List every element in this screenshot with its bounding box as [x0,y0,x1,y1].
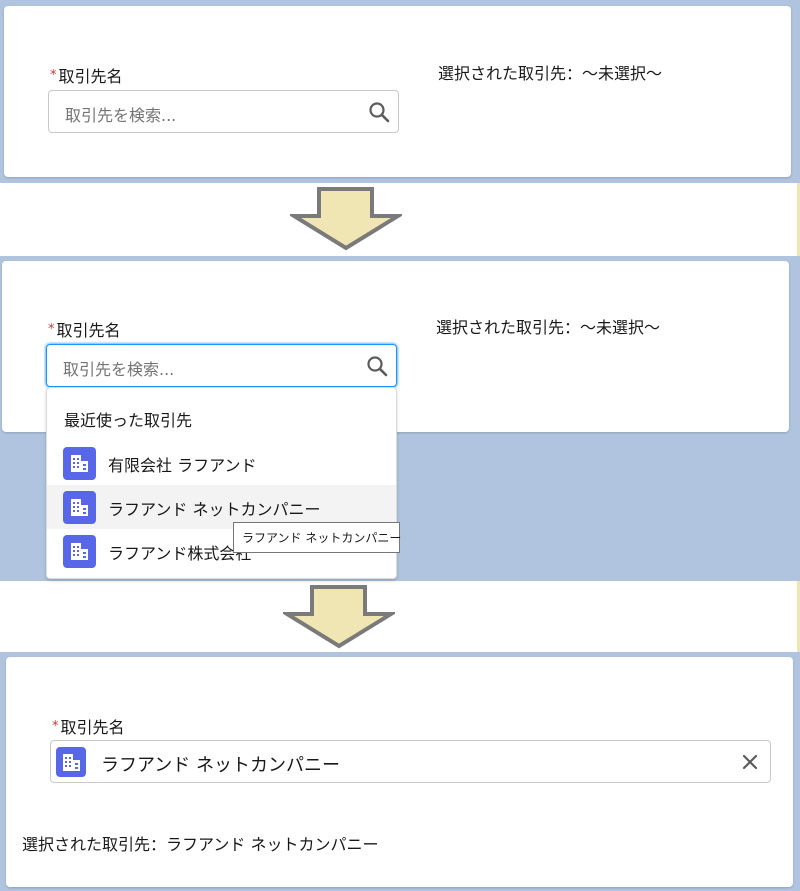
step1-card: * 取引先名 取引先を検索... 選択された取引先：～未選択～ [4,6,791,177]
required-mark: * [52,719,59,734]
account-icon [56,747,86,777]
search-placeholder: 取引先を検索... [65,106,177,125]
required-mark: * [50,68,57,83]
selected-account-text: 選択された取引先：～未選択～ [436,318,661,337]
search-placeholder: 取引先を検索... [63,360,175,379]
option-label: ラフアンド ネットカンパニー [108,500,321,519]
selected-account-text: 選択された取引先：～未選択～ [438,64,663,83]
tooltip: ラフアンド ネットカンパニー [233,522,401,553]
close-icon[interactable] [740,752,760,772]
search-icon[interactable] [368,101,390,123]
option-label: ラフアンド株式会社 [108,544,252,563]
field-label-text: 取引先名 [56,321,121,340]
dropdown-option[interactable]: 有限会社 ラフアンド [47,441,396,485]
dropdown-header: 最近使った取引先 [64,411,193,430]
arrow-down-icon [290,187,402,251]
required-mark: * [48,322,55,337]
account-icon [63,447,96,480]
account-icon [63,491,96,524]
arrow-down-icon [283,585,395,649]
selected-account-text: 選択された取引先：ラフアンド ネットカンパニー [22,835,379,854]
selected-account-pill[interactable]: ラフアンド ネットカンパニー [50,740,771,783]
option-label: 有限会社 ラフアンド [108,456,257,475]
search-icon[interactable] [366,355,388,377]
field-label: * 取引先名 [48,317,121,341]
field-label: * 取引先名 [52,714,125,738]
account-icon [63,535,96,568]
account-search-input[interactable]: 取引先を検索... [48,90,399,133]
field-label-text: 取引先名 [58,67,123,86]
selected-account-value: ラフアンド ネットカンパニー [101,755,341,776]
account-search-input-focused[interactable]: 取引先を検索... [46,344,397,387]
field-label-text: 取引先名 [60,718,125,737]
field-label: * 取引先名 [50,63,123,87]
